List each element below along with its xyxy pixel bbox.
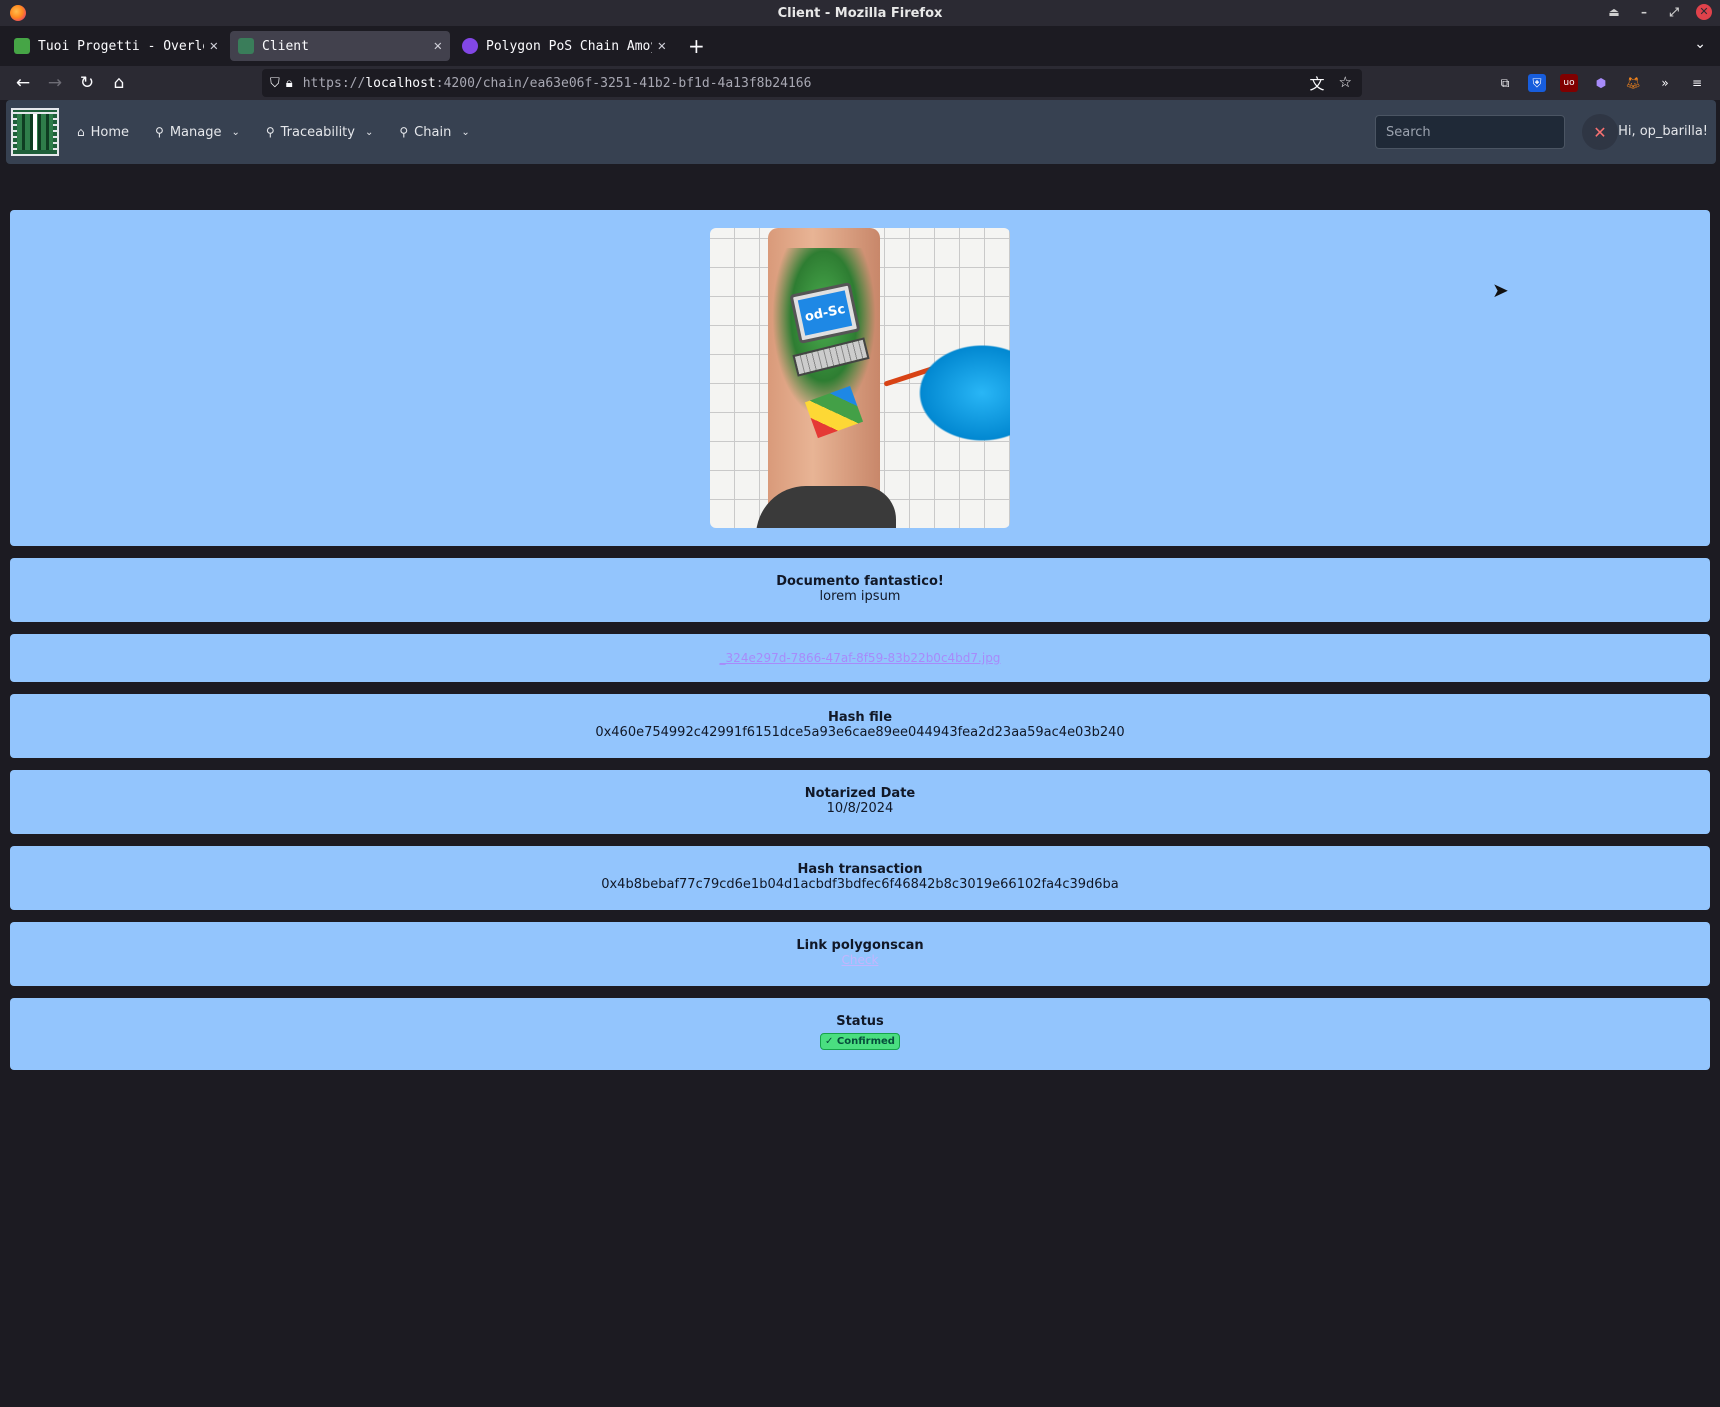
hash-file-card: Hash file 0x460e754992c42991f6151dce5a93… xyxy=(10,694,1710,758)
check-icon: ✓ xyxy=(825,1036,837,1047)
reload-button[interactable]: ↻ xyxy=(72,68,102,98)
window-titlebar: Client - Mozilla Firefox ⏏ – ⤢ ✕ xyxy=(0,0,1720,26)
nav-home[interactable]: ⌂ Home xyxy=(77,125,129,140)
tab-close-icon[interactable]: ✕ xyxy=(434,38,442,54)
app-nav: ⌂ Home ⚲ Manage ⌄ ⚲ Traceability ⌄ ⚲ Cha… xyxy=(77,125,470,140)
status-badge-text: Confirmed xyxy=(836,1036,895,1047)
document-detail: od-Sc Documento fantastico! lorem ipsum … xyxy=(10,210,1710,1082)
translate-icon[interactable]: 文 xyxy=(1310,73,1325,94)
document-image: od-Sc xyxy=(710,228,1010,528)
url-path: :4200/chain/ea63e06f-3251-41b2-bf1d-4a13… xyxy=(435,75,812,91)
document-description: lorem ipsum xyxy=(819,589,901,604)
tab-list-chevron-icon[interactable]: ⌄ xyxy=(1694,36,1706,52)
url-text[interactable]: https://localhost:4200/chain/ea63e06f-32… xyxy=(303,76,812,91)
url-bar[interactable]: ⛉ 🔒︎ https://localhost:4200/chain/ea63e0… xyxy=(262,69,1362,97)
bookmark-star-icon[interactable]: ☆ xyxy=(1339,73,1352,94)
ublock-icon[interactable]: uo xyxy=(1560,74,1578,92)
nav-traceability[interactable]: ⚲ Traceability ⌄ xyxy=(266,125,374,140)
extensions-icon[interactable]: ⧉ xyxy=(1496,74,1514,92)
overflow-menu-icon[interactable]: » xyxy=(1656,74,1674,92)
polygon-favicon-icon xyxy=(462,38,478,54)
firefox-logo-icon xyxy=(10,5,26,21)
client-favicon-icon xyxy=(238,38,254,54)
shield-icon[interactable]: ⛉ xyxy=(270,76,280,91)
new-tab-button[interactable]: + xyxy=(688,34,705,58)
search-input[interactable] xyxy=(1375,115,1565,149)
tab-close-icon[interactable]: ✕ xyxy=(210,38,218,54)
polygonscan-card: Link polygonscan Check xyxy=(10,922,1710,986)
notarized-date-value: 10/8/2024 xyxy=(826,801,894,816)
notarized-date-card: Notarized Date 10/8/2024 xyxy=(10,770,1710,834)
chevron-down-icon: ⌄ xyxy=(364,126,374,138)
restore-button[interactable]: ⤢ xyxy=(1666,5,1682,20)
image-card: od-Sc xyxy=(10,210,1710,546)
tab-strip: Tuoi Progetti - Overleaf, ✕ Client ✕ Pol… xyxy=(0,26,1720,66)
tab-client[interactable]: Client ✕ xyxy=(230,31,450,61)
chevron-down-icon: ⌄ xyxy=(231,126,240,138)
app-header: ⌂ Home ⚲ Manage ⌄ ⚲ Traceability ⌄ ⚲ Cha… xyxy=(6,100,1716,164)
polygonscan-label: Link polygonscan xyxy=(796,938,924,953)
window-close-button[interactable]: ✕ xyxy=(1696,4,1712,20)
url-host: localhost xyxy=(365,75,436,91)
notarized-date-label: Notarized Date xyxy=(804,786,916,801)
tab-polygon[interactable]: Polygon PoS Chain Amoy Tr ✕ xyxy=(454,31,674,61)
metamask-icon[interactable]: 🦊︎ xyxy=(1624,74,1642,92)
search-icon: ⚲ xyxy=(399,125,409,139)
nav-manage-label: Manage xyxy=(169,124,222,140)
nav-manage[interactable]: ⚲ Manage ⌄ xyxy=(155,125,240,140)
status-label: Status xyxy=(836,1014,884,1029)
home-icon: ⌂ xyxy=(77,125,85,139)
browser-toolbar: ← → ↻ ⌂ ⛉ 🔒︎ https://localhost:4200/chai… xyxy=(0,66,1720,100)
status-badge: ✓ Confirmed xyxy=(820,1033,900,1050)
home-button[interactable]: ⌂ xyxy=(104,68,134,98)
tab-title: Client xyxy=(262,38,309,54)
eject-icon[interactable]: ⏏ xyxy=(1606,5,1622,19)
image-screen-text: od-Sc xyxy=(797,290,853,336)
nav-chain[interactable]: ⚲ Chain ⌄ xyxy=(399,125,469,140)
tab-overleaf[interactable]: Tuoi Progetti - Overleaf, ✕ xyxy=(6,31,226,61)
forward-button[interactable]: → xyxy=(40,68,70,98)
file-link[interactable]: _324e297d-7866-47af-8f59-83b22b0c4bd7.jp… xyxy=(720,651,1001,665)
chevron-down-icon: ⌄ xyxy=(461,126,470,138)
tab-close-icon[interactable]: ✕ xyxy=(658,38,666,54)
window-controls: ⏏ – ⤢ ✕ xyxy=(1606,4,1712,20)
nav-chain-label: Chain xyxy=(414,124,452,140)
document-title: Documento fantastico! xyxy=(776,574,944,589)
status-card: Status ✓ Confirmed xyxy=(10,998,1710,1070)
user-greeting: Hi, op_barilla! xyxy=(1618,124,1708,139)
minimize-button[interactable]: – xyxy=(1636,5,1652,19)
tab-title: Tuoi Progetti - Overleaf, xyxy=(38,38,204,54)
app-logo[interactable] xyxy=(11,108,59,156)
logout-button[interactable]: ✕ xyxy=(1582,114,1618,150)
overleaf-favicon-icon xyxy=(14,38,30,54)
hash-transaction-value: 0x4b8bebaf77c79cd6e1b04d1acbdf3bdfec6f46… xyxy=(601,877,1119,892)
hash-file-value: 0x460e754992c42991f6151dce5a93e6cae89ee0… xyxy=(595,725,1125,740)
title-card: Documento fantastico! lorem ipsum xyxy=(10,558,1710,622)
hash-file-label: Hash file xyxy=(827,710,893,725)
nav-traceability-label: Traceability xyxy=(280,124,355,140)
hamburger-menu-icon[interactable]: ≡ xyxy=(1688,74,1706,92)
back-button[interactable]: ← xyxy=(8,68,38,98)
url-prefix: https:// xyxy=(302,75,366,91)
tab-title: Polygon PoS Chain Amoy Tr xyxy=(486,38,652,54)
bitwarden-icon[interactable]: ⛨ xyxy=(1528,74,1546,92)
window-title: Client - Mozilla Firefox xyxy=(777,5,943,21)
mouse-cursor-icon: ➤ xyxy=(1492,278,1509,302)
hash-transaction-label: Hash transaction xyxy=(797,862,923,877)
search-icon: ⚲ xyxy=(155,125,164,139)
lock-icon[interactable]: 🔒︎ xyxy=(286,76,293,91)
extension-cube-icon[interactable]: ⬢ xyxy=(1592,74,1610,92)
hash-transaction-card: Hash transaction 0x4b8bebaf77c79cd6e1b04… xyxy=(10,846,1710,910)
nav-home-label: Home xyxy=(90,124,130,140)
file-link-card: _324e297d-7866-47af-8f59-83b22b0c4bd7.jp… xyxy=(10,634,1710,682)
search-icon: ⚲ xyxy=(265,125,275,139)
polygonscan-link[interactable]: Check xyxy=(842,953,879,967)
extensions-area: ⧉ ⛨ uo ⬢ 🦊︎ » ≡ xyxy=(1496,74,1706,92)
